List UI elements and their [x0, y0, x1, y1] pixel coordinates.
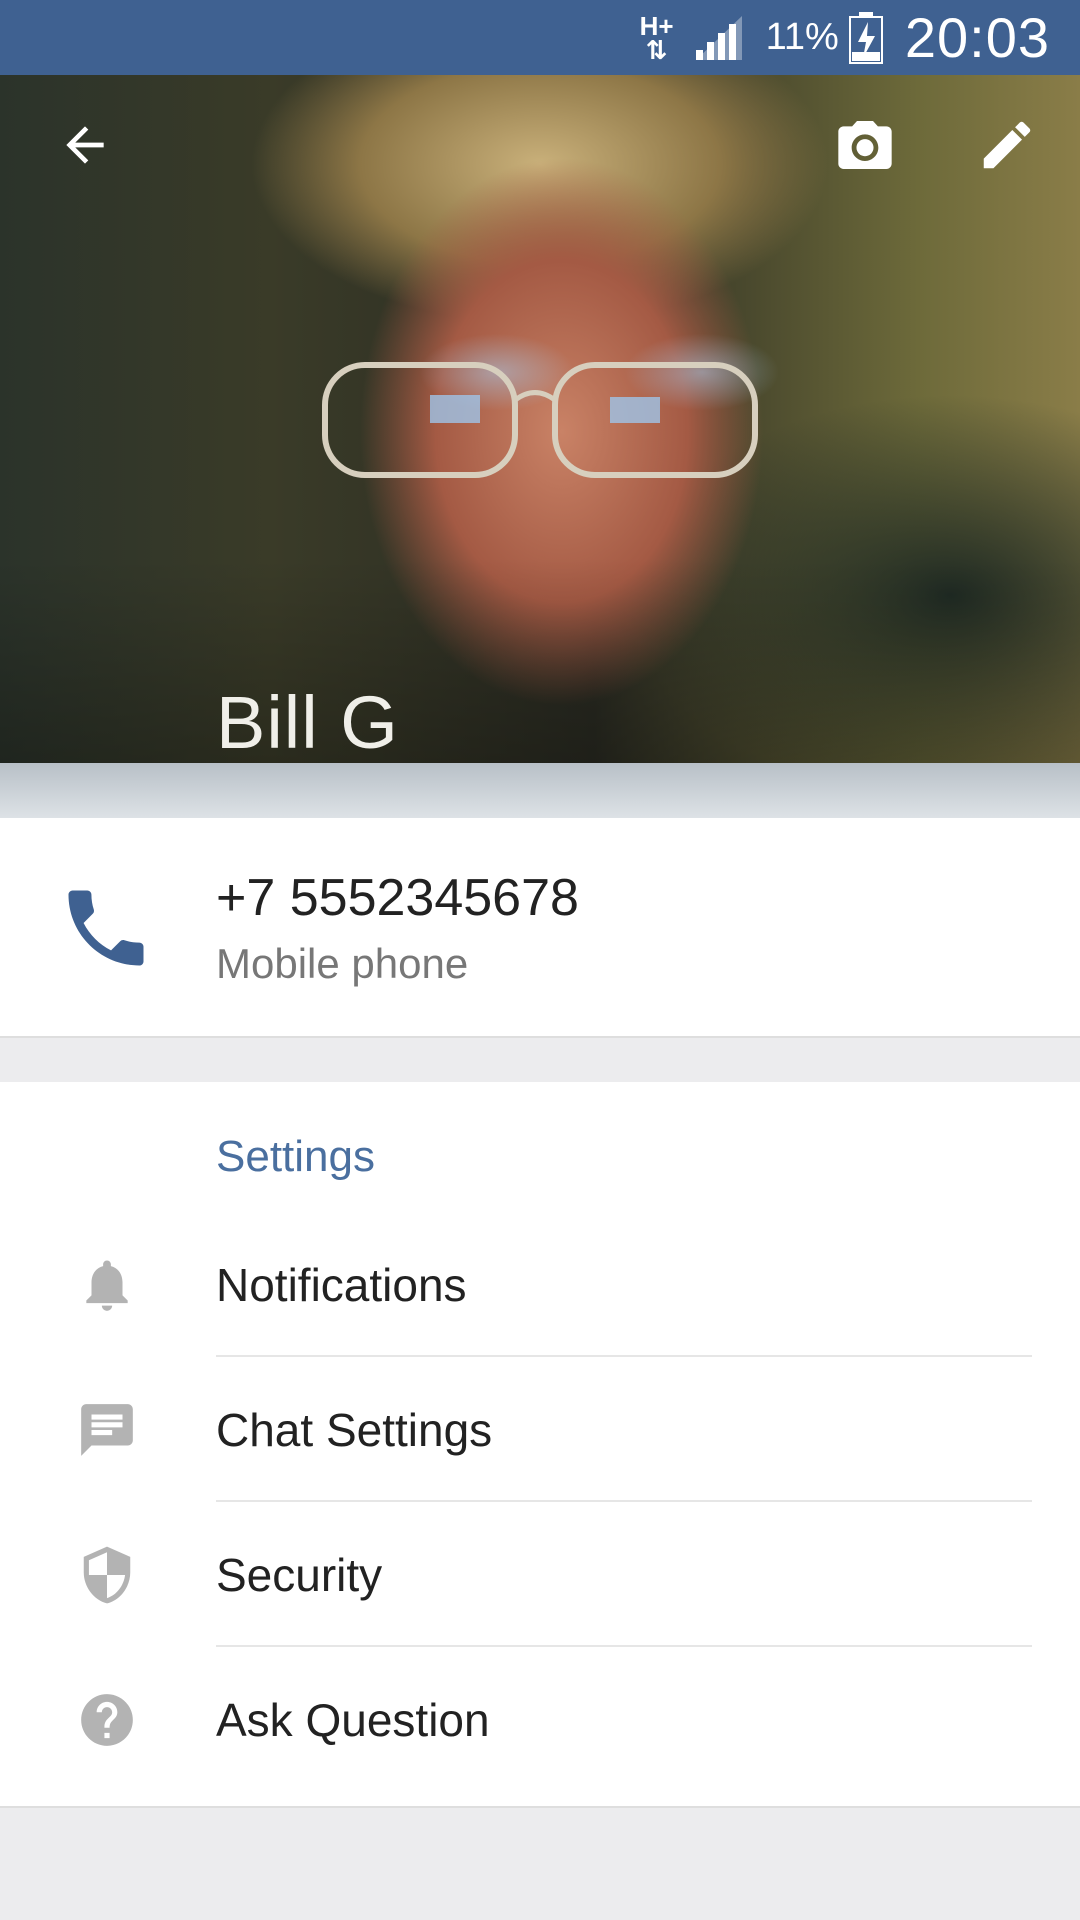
profile-photo-glasses	[322, 362, 758, 478]
camera-icon	[838, 121, 892, 169]
settings-item-label: Security	[216, 1548, 383, 1601]
battery-charging-icon	[848, 11, 883, 64]
help-icon	[81, 1693, 133, 1746]
profile-name: Bill G	[216, 681, 399, 764]
settings-section: Settings Notifications Chat Settings Sec…	[0, 1082, 1080, 1808]
phone-row[interactable]: +7 5552345678 Mobile phone	[0, 818, 1080, 1038]
clock: 20:03	[904, 6, 1050, 69]
settings-item-ask-question[interactable]: Ask Question	[0, 1647, 1080, 1792]
settings-item-notifications[interactable]: Notifications	[0, 1212, 1080, 1357]
photo-foreground	[0, 763, 1080, 818]
arrow-back-icon	[66, 126, 104, 164]
data-arrows-icon: ⇅	[645, 34, 668, 65]
shield-icon	[83, 1546, 131, 1603]
profile-photo[interactable]	[0, 75, 1080, 818]
back-button[interactable]	[40, 100, 130, 190]
chat-bubble-icon	[81, 1403, 133, 1456]
bell-icon	[86, 1259, 128, 1311]
settings-item-label: Chat Settings	[216, 1403, 493, 1456]
settings-header: Settings	[216, 1132, 375, 1181]
network-indicator: H+ ⇅	[639, 10, 674, 65]
battery-percent: 11%	[765, 16, 839, 58]
settings-item-chat-settings[interactable]: Chat Settings	[0, 1357, 1080, 1502]
phone-icon	[68, 890, 144, 966]
settings-item-label: Notifications	[216, 1258, 467, 1311]
camera-button[interactable]	[820, 100, 910, 190]
network-type-label: H+	[639, 10, 674, 41]
status-bar: H+ ⇅ 11% 20:03	[0, 0, 1080, 75]
edit-button[interactable]	[962, 100, 1052, 190]
phone-number: +7 5552345678	[216, 869, 579, 927]
signal-icon	[695, 15, 742, 60]
settings-item-security[interactable]: Security	[0, 1502, 1080, 1647]
pencil-icon	[983, 121, 1031, 169]
settings-item-label: Ask Question	[216, 1693, 490, 1746]
phone-type-label: Mobile phone	[216, 940, 469, 987]
